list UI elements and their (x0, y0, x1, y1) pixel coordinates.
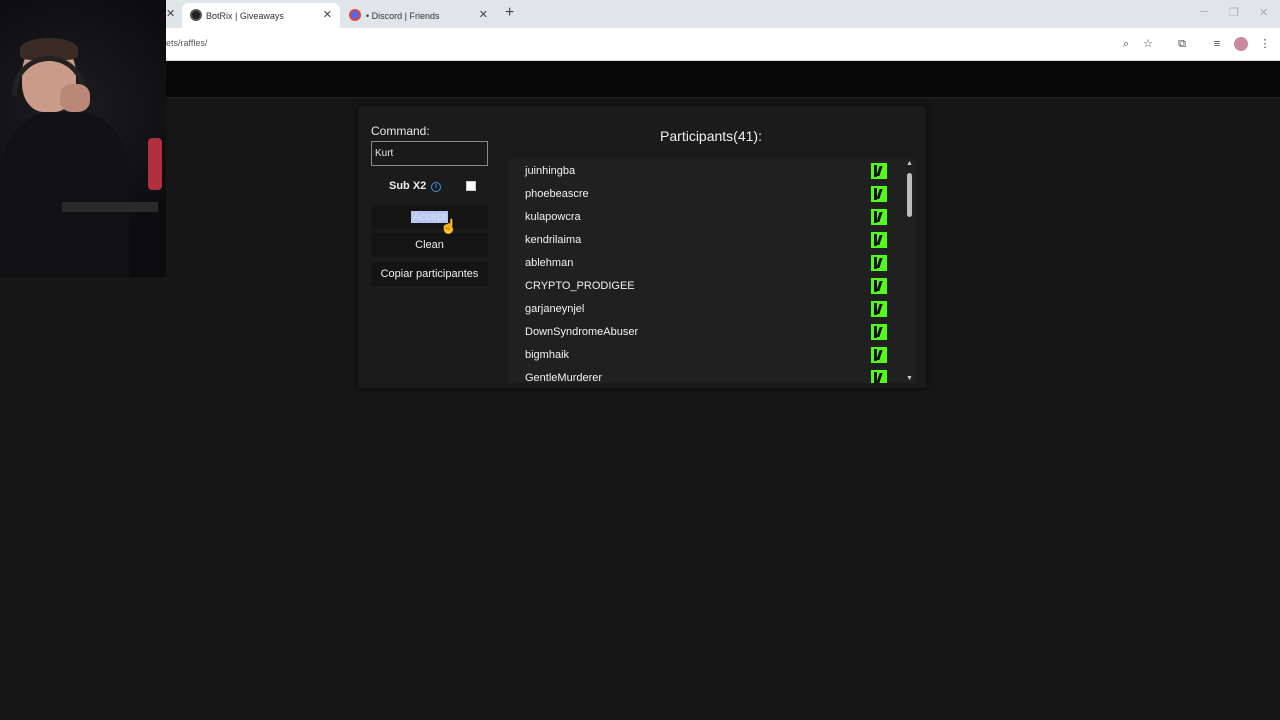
tab-title: • Discord | Friends (366, 10, 440, 21)
participant-name: ablehman (525, 257, 574, 269)
scroll-up-icon[interactable]: ▲ (906, 160, 913, 167)
list-item: ablehman (508, 251, 904, 274)
tab-botrix[interactable]: BotRix | Giveaways ✕ (182, 3, 340, 28)
list-item: CRYPTO_PRODIGEE (508, 274, 904, 297)
kick-icon (871, 324, 887, 340)
kick-icon (871, 301, 887, 317)
url-text[interactable]: ets/raffles/ (166, 38, 207, 48)
list-item: garjaneynjel (508, 297, 904, 320)
profile-avatar[interactable] (1234, 37, 1248, 51)
participants-list[interactable]: juinhingba phoebeascre kulapowcra kendri… (508, 159, 904, 383)
close-icon[interactable]: ✕ (166, 7, 175, 20)
hand-cursor-icon: ☝ (440, 218, 458, 234)
command-input[interactable] (371, 141, 488, 166)
tab-discord[interactable]: • Discord | Friends ✕ (344, 3, 496, 28)
participant-name: juinhingba (525, 165, 576, 177)
participant-name: phoebeascre (525, 188, 589, 200)
participant-name: garjaneynjel (525, 303, 585, 315)
kick-icon (871, 186, 887, 202)
kick-icon (871, 347, 887, 363)
participant-name: CRYPTO_PRODIGEE (525, 280, 635, 292)
webcam-overlay (0, 0, 166, 277)
list-item: juinhingba (508, 159, 904, 182)
close-icon[interactable]: ✕ (479, 8, 488, 21)
kick-icon (871, 209, 887, 225)
streamer-body (0, 112, 130, 277)
bottle (148, 138, 162, 190)
list-item: GentleMurderer (508, 366, 904, 383)
list-item: kendrilaima (508, 228, 904, 251)
list-item: bigmhaik (508, 343, 904, 366)
kick-icon (871, 232, 887, 248)
media-icon[interactable]: ≡ (1210, 37, 1224, 51)
clean-button[interactable]: Clean (371, 233, 488, 257)
kick-icon (871, 278, 887, 294)
site-header (166, 61, 1280, 98)
command-label: Command: (371, 124, 430, 138)
sub-x2-checkbox[interactable] (466, 181, 476, 191)
participants-scrollbar[interactable]: ▲ ▼ (904, 159, 916, 383)
address-bar: ets/raffles/ ⌕ ☆ ⧉ ≡ ⋮ (0, 28, 1280, 61)
accept-button[interactable]: Accept (371, 205, 488, 229)
participant-name: GentleMurderer (525, 372, 603, 383)
scroll-down-icon[interactable]: ▼ (906, 375, 913, 382)
extensions-icon[interactable]: ⧉ (1175, 37, 1189, 51)
participant-name: bigmhaik (525, 349, 570, 361)
streamer-hand (60, 84, 90, 112)
restore-icon[interactable]: ❐ (1229, 6, 1239, 19)
info-icon[interactable]: i (431, 182, 441, 192)
discord-favicon-icon (349, 9, 361, 21)
participant-name: kendrilaima (525, 234, 582, 246)
participant-name: DownSyndromeAbuser (525, 326, 639, 338)
kick-icon (871, 370, 887, 383)
zoom-icon[interactable]: ⌕ (1119, 37, 1133, 51)
bookmark-star-icon[interactable]: ☆ (1141, 37, 1155, 51)
botrix-favicon-icon (190, 9, 202, 21)
scroll-thumb[interactable] (907, 173, 912, 217)
list-item: DownSyndromeAbuser (508, 320, 904, 343)
list-item: phoebeascre (508, 182, 904, 205)
new-tab-icon[interactable]: + (505, 4, 514, 22)
kick-icon (871, 163, 887, 179)
tab-title: BotRix | Giveaways (206, 10, 284, 21)
menu-icon[interactable]: ⋮ (1258, 37, 1272, 51)
keyboard (62, 202, 158, 212)
browser-tab-bar: ✕ BotRix | Giveaways ✕ • Discord | Frien… (0, 0, 1280, 28)
close-icon[interactable]: ✕ (323, 8, 332, 21)
close-window-icon[interactable]: ✕ (1259, 6, 1268, 19)
participant-name: kulapowcra (525, 211, 581, 223)
minimize-icon[interactable]: ─ (1200, 6, 1208, 18)
kick-icon (871, 255, 887, 271)
participants-title: Participants(41): (660, 128, 762, 144)
copy-participants-button[interactable]: Copiar participantes (371, 262, 488, 286)
list-item: kulapowcra (508, 205, 904, 228)
sub-x2-label: Sub X2 (389, 180, 427, 192)
